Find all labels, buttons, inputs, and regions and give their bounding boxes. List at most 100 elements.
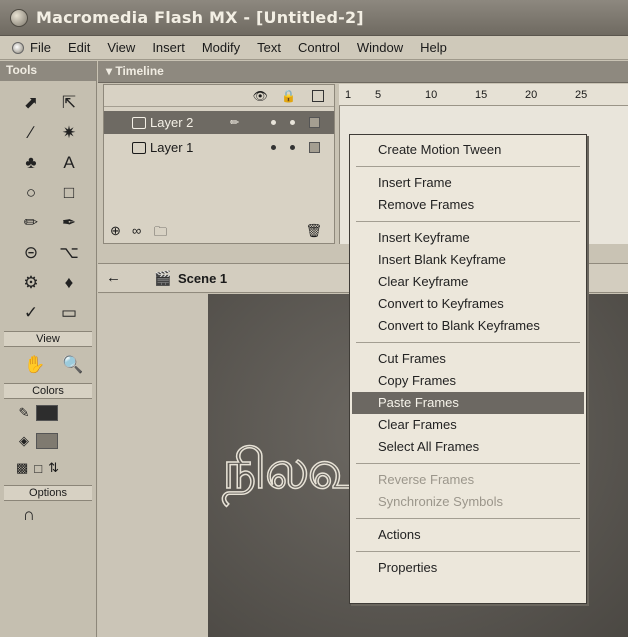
fill-color-swatch[interactable] bbox=[36, 433, 58, 449]
title-bar: Macromedia Flash MX - [Untitled-2] bbox=[0, 0, 628, 36]
scene-label[interactable]: Scene 1 bbox=[178, 271, 227, 286]
line-icon[interactable]: ∕ bbox=[16, 119, 46, 147]
menu-separator bbox=[356, 342, 580, 343]
menu-separator bbox=[356, 463, 580, 464]
menu-separator bbox=[356, 166, 580, 167]
menu-item-insert-keyframe[interactable]: Insert Keyframe bbox=[352, 227, 584, 249]
scene-icon: 🎬 bbox=[154, 270, 172, 286]
menu-window[interactable]: Window bbox=[355, 39, 405, 56]
subselect-icon[interactable]: ⇱ bbox=[54, 89, 84, 117]
colors-label: Colors bbox=[4, 384, 92, 399]
rectangle-icon[interactable]: □ bbox=[54, 179, 84, 207]
layer-icon bbox=[132, 141, 146, 154]
menu-item-synchronize-symbols: Synchronize Symbols bbox=[378, 494, 503, 509]
visibility-dot[interactable] bbox=[271, 145, 276, 150]
window-title: Macromedia Flash MX - [Untitled-2] bbox=[36, 8, 364, 27]
menu-item-convert-to-keyframes[interactable]: Convert to Keyframes bbox=[352, 293, 584, 315]
arrow-icon[interactable]: ⬈ bbox=[16, 89, 46, 117]
menu-file[interactable]: File bbox=[28, 39, 53, 56]
add-guide-layer-icon[interactable]: ∞ bbox=[132, 223, 141, 238]
snap-magnet-icon[interactable]: ∩ bbox=[14, 501, 44, 529]
layer-name[interactable]: Layer 1 bbox=[150, 140, 230, 155]
delete-layer-icon[interactable]: 🗑 bbox=[305, 223, 322, 239]
lock-dot[interactable] bbox=[290, 120, 295, 125]
zoom-icon[interactable]: 🔍 bbox=[58, 351, 88, 379]
eyedropper-icon[interactable]: ✓ bbox=[16, 299, 46, 327]
timeline-panel-header: ▾ Timeline bbox=[98, 61, 628, 83]
menu-item-cut-frames[interactable]: Cut Frames bbox=[352, 348, 584, 370]
ink-bottle-icon[interactable]: ⚙ bbox=[16, 269, 46, 297]
outline-square[interactable] bbox=[309, 142, 320, 153]
pencil-edit-icon: ✏ bbox=[230, 117, 240, 129]
frame-context-menu: Create Motion Tween Insert Frame Remove Fr… bbox=[349, 134, 587, 604]
menu-item-properties[interactable]: Properties bbox=[352, 557, 584, 579]
menu-item-insert-blank-keyframe[interactable]: Insert Blank Keyframe bbox=[352, 249, 584, 271]
menu-item-remove-frames[interactable]: Remove Frames bbox=[352, 194, 584, 216]
paint-bucket-icon[interactable]: ♦ bbox=[54, 269, 84, 297]
back-arrow-icon[interactable]: ← bbox=[106, 269, 121, 286]
menu-control[interactable]: Control bbox=[296, 39, 342, 56]
tools-panel: Tools ⬈ ⇱ ∕ ✷ ♣ A ○ □ ✏ ✒ ⊝ ⌥ ⚙ ♦ ✓ ▭ View ✋ 🔍 Colors ✎… bbox=[0, 61, 97, 637]
default-colors-icon[interactable]: ▩ bbox=[16, 460, 28, 476]
stroke-color-icon: ✎ bbox=[18, 405, 30, 420]
menu-bar: File Edit View Insert Modify Text Control Windo… bbox=[0, 36, 628, 60]
menu-item-select-all-frames[interactable]: Select All Frames bbox=[352, 436, 584, 458]
text-icon[interactable]: A bbox=[54, 149, 84, 177]
fill-transform-icon[interactable]: ⌥ bbox=[54, 239, 84, 267]
menu-item-create-motion-tween[interactable]: Create Motion Tween bbox=[352, 139, 584, 161]
layer-pane: 👁 🔒 Layer 2 ✏ Layer 1 ⊕ ∞ 🗀 🗑 bbox=[103, 84, 335, 244]
no-color-icon[interactable]: □ bbox=[34, 461, 42, 476]
menu-item-copy-frames[interactable]: Copy Frames bbox=[352, 370, 584, 392]
document-icon[interactable] bbox=[12, 42, 24, 54]
frame-number: 15 bbox=[475, 89, 488, 101]
free-transform-icon[interactable]: ⊝ bbox=[16, 239, 46, 267]
pencil-icon[interactable]: ✏ bbox=[16, 209, 46, 237]
layer-row[interactable]: Layer 2 ✏ bbox=[104, 111, 334, 134]
menu-item-paste-frames[interactable]: Paste Frames bbox=[352, 392, 584, 414]
menu-text[interactable]: Text bbox=[255, 39, 283, 56]
menu-separator bbox=[356, 551, 580, 552]
frame-number: 20 bbox=[525, 89, 538, 101]
eraser-icon[interactable]: ▭ bbox=[54, 299, 84, 327]
menu-item-clear-frames[interactable]: Clear Frames bbox=[352, 414, 584, 436]
layer-icon bbox=[132, 116, 146, 129]
eye-icon[interactable]: 👁 bbox=[253, 89, 268, 103]
options-label: Options bbox=[4, 486, 92, 501]
menu-view[interactable]: View bbox=[105, 39, 137, 56]
insert-folder-icon[interactable]: 🗀 bbox=[154, 223, 167, 245]
lock-dot[interactable] bbox=[290, 145, 295, 150]
swap-colors-icon[interactable]: ⇅ bbox=[48, 460, 59, 476]
menu-item-insert-frame[interactable]: Insert Frame bbox=[352, 172, 584, 194]
view-section: View ✋ 🔍 bbox=[4, 331, 92, 379]
stroke-color-swatch[interactable] bbox=[36, 405, 58, 421]
add-layer-icon[interactable]: ⊕ bbox=[110, 223, 121, 239]
layer-row[interactable]: Layer 1 bbox=[104, 136, 334, 159]
stage-outlined-text: நிலவு bbox=[221, 437, 360, 502]
outline-icon[interactable] bbox=[312, 90, 324, 102]
timeline-title: ▾ Timeline bbox=[106, 64, 164, 78]
menu-insert[interactable]: Insert bbox=[150, 39, 187, 56]
fill-color-icon: ◈ bbox=[19, 433, 29, 448]
pen-icon[interactable]: ♣ bbox=[16, 149, 46, 177]
oval-icon[interactable]: ○ bbox=[16, 179, 46, 207]
menu-modify[interactable]: Modify bbox=[200, 39, 242, 56]
hand-icon[interactable]: ✋ bbox=[20, 351, 50, 379]
menu-item-clear-keyframe[interactable]: Clear Keyframe bbox=[352, 271, 584, 293]
lasso-icon[interactable]: ✷ bbox=[54, 119, 84, 147]
options-section: Options ∩ bbox=[4, 485, 92, 529]
flash-app-icon bbox=[10, 9, 28, 27]
menu-item-convert-to-blank-keyframes[interactable]: Convert to Blank Keyframes bbox=[352, 315, 584, 337]
menu-item-reverse-frames: Reverse Frames bbox=[378, 472, 475, 487]
view-label: View bbox=[4, 332, 92, 347]
visibility-dot[interactable] bbox=[271, 120, 276, 125]
layer-name[interactable]: Layer 2 bbox=[150, 115, 230, 130]
brush-icon[interactable]: ✒ bbox=[54, 209, 84, 237]
work-area bbox=[98, 294, 208, 637]
lock-icon[interactable]: 🔒 bbox=[281, 89, 296, 103]
menu-edit[interactable]: Edit bbox=[66, 39, 92, 56]
menu-help[interactable]: Help bbox=[418, 39, 449, 56]
menu-item-actions[interactable]: Actions bbox=[352, 524, 584, 546]
layer-pane-header: 👁 🔒 bbox=[104, 85, 334, 107]
colors-section: Colors ✎ ◈ ▩ □ ⇅ bbox=[4, 383, 92, 481]
outline-square[interactable] bbox=[309, 117, 320, 128]
